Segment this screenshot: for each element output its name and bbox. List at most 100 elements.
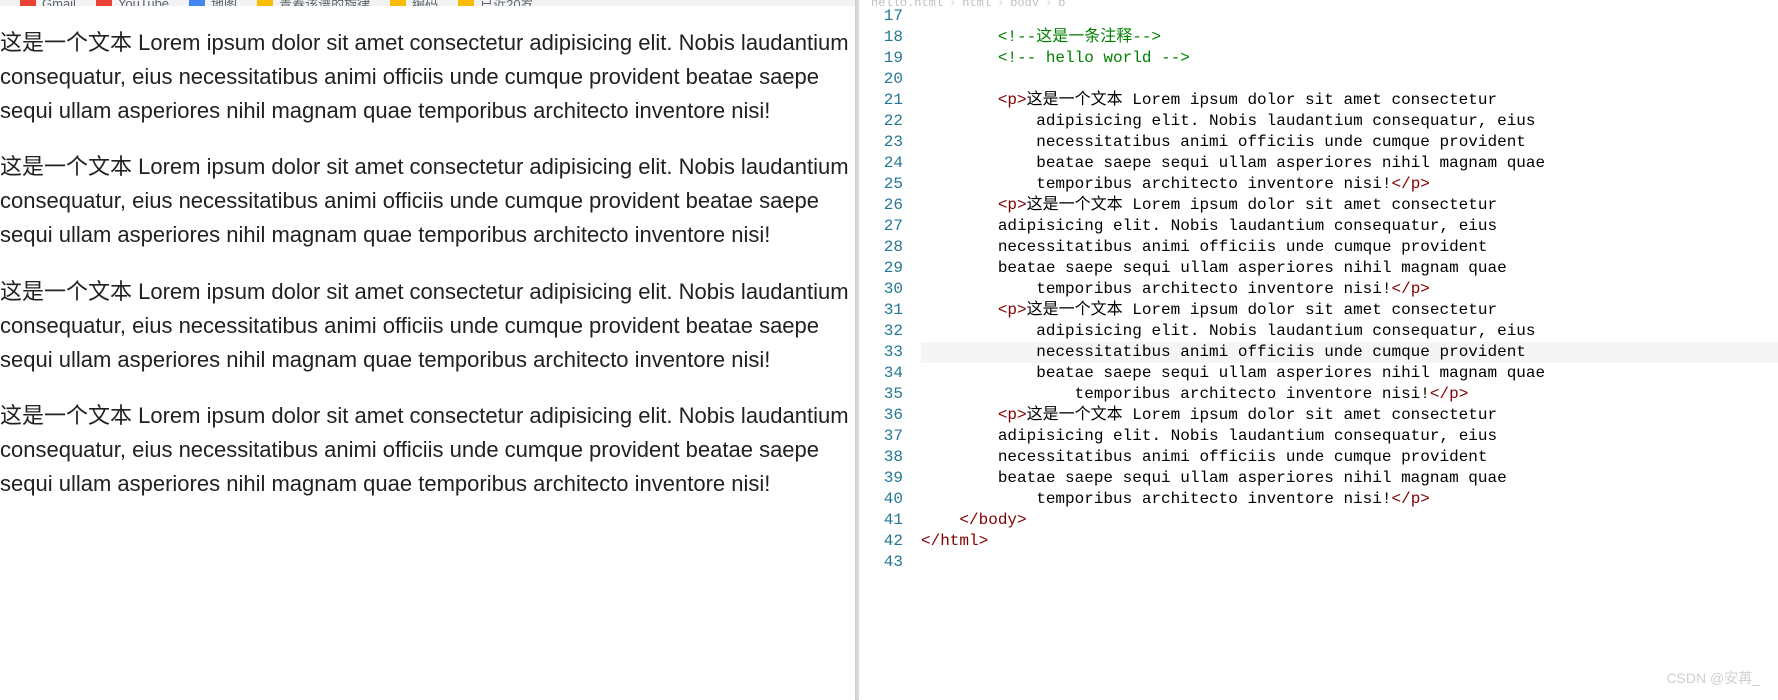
code-line[interactable]: necessitatibus animi officiis unde cumqu…	[921, 342, 1778, 363]
token-tag: </html>	[921, 532, 988, 550]
code-line[interactable]: temporibus architecto inventore nisi!</p…	[921, 174, 1778, 195]
token-text: necessitatibus animi officiis unde cumqu…	[998, 238, 1488, 256]
line-number: 32	[859, 321, 903, 342]
line-number: 43	[859, 552, 903, 573]
token-text: temporibus architecto inventore nisi!	[1036, 490, 1391, 508]
code-line[interactable]: temporibus architecto inventore nisi!</p…	[921, 384, 1778, 405]
code-line[interactable]: adipisicing elit. Nobis laudantium conse…	[921, 426, 1778, 447]
line-number: 29	[859, 258, 903, 279]
code-line[interactable]: beatae saepe sequi ullam asperiores nihi…	[921, 363, 1778, 384]
code-line[interactable]: adipisicing elit. Nobis laudantium conse…	[921, 111, 1778, 132]
token-tag: </p>	[1391, 175, 1429, 193]
code-line[interactable]: necessitatibus animi officiis unde cumqu…	[921, 132, 1778, 153]
token-text: necessitatibus animi officiis unde cumqu…	[1036, 343, 1526, 361]
token-text: temporibus architecto inventore nisi!	[1075, 385, 1430, 403]
line-number: 26	[859, 195, 903, 216]
token-tag: <p>	[998, 406, 1027, 424]
bookmark-label: YouTube	[118, 0, 169, 6]
token-text: beatae saepe sequi ullam asperiores nihi…	[1036, 364, 1545, 382]
code-line[interactable]: adipisicing elit. Nobis laudantium conse…	[921, 216, 1778, 237]
bookmark-label: Gmail	[42, 0, 76, 6]
token-comment: <!-- hello world -->	[998, 49, 1190, 67]
line-number: 20	[859, 69, 903, 90]
code-line[interactable]	[921, 552, 1778, 573]
code-line[interactable]: <p>这是一个文本 Lorem ipsum dolor sit amet con…	[921, 300, 1778, 321]
token-text: 这是一个文本 Lorem ipsum dolor sit amet consec…	[1027, 91, 1497, 109]
code-line[interactable]: beatae saepe sequi ullam asperiores nihi…	[921, 468, 1778, 489]
token-text: beatae saepe sequi ullam asperiores nihi…	[998, 469, 1507, 487]
code-line[interactable]: <p>这是一个文本 Lorem ipsum dolor sit amet con…	[921, 405, 1778, 426]
code-line[interactable]: </html>	[921, 531, 1778, 552]
bookmark-item[interactable]: 已近20岁	[458, 0, 533, 6]
code-line[interactable]: <p>这是一个文本 Lorem ipsum dolor sit amet con…	[921, 195, 1778, 216]
code-line[interactable]	[921, 69, 1778, 90]
code-line[interactable]: necessitatibus animi officiis unde cumqu…	[921, 447, 1778, 468]
token-text: 这是一个文本 Lorem ipsum dolor sit amet consec…	[1027, 301, 1497, 319]
line-number: 38	[859, 447, 903, 468]
line-number: 34	[859, 363, 903, 384]
token-text: necessitatibus animi officiis unde cumqu…	[1036, 133, 1526, 151]
token-text: necessitatibus animi officiis unde cumqu…	[998, 448, 1488, 466]
token-tag: </body>	[959, 511, 1026, 529]
code-line[interactable]: <!--这是一条注释-->	[921, 27, 1778, 48]
token-tag: </p>	[1430, 385, 1468, 403]
bookmark-item[interactable]: 地图	[189, 0, 237, 6]
paragraph: 这是一个文本 Lorem ipsum dolor sit amet consec…	[0, 275, 855, 377]
token-tag: </p>	[1391, 490, 1429, 508]
code-line[interactable]: beatae saepe sequi ullam asperiores nihi…	[921, 153, 1778, 174]
rendered-page: 这是一个文本 Lorem ipsum dolor sit amet consec…	[0, 6, 855, 501]
code-line[interactable]: temporibus architecto inventore nisi!</p…	[921, 489, 1778, 510]
code-line[interactable]: temporibus architecto inventore nisi!</p…	[921, 279, 1778, 300]
bookmark-icon	[96, 0, 112, 6]
token-tag: <p>	[998, 91, 1027, 109]
bookmark-icon	[390, 0, 406, 6]
line-number: 27	[859, 216, 903, 237]
token-comment: <!--这是一条注释-->	[998, 28, 1161, 46]
bookmark-icon	[20, 0, 36, 6]
line-number-gutter: 1718192021222324252627282930313233343536…	[859, 6, 921, 700]
line-number: 17	[859, 6, 903, 27]
paragraph: 这是一个文本 Lorem ipsum dolor sit amet consec…	[0, 150, 855, 252]
code-line[interactable]: necessitatibus animi officiis unde cumqu…	[921, 237, 1778, 258]
token-text: temporibus architecto inventore nisi!	[1036, 175, 1391, 193]
line-number: 21	[859, 90, 903, 111]
line-number: 28	[859, 237, 903, 258]
token-text: adipisicing elit. Nobis laudantium conse…	[1036, 322, 1535, 340]
token-text: 这是一个文本 Lorem ipsum dolor sit amet consec…	[1027, 196, 1497, 214]
code-line[interactable]: <!-- hello world -->	[921, 48, 1778, 69]
paragraph: 这是一个文本 Lorem ipsum dolor sit amet consec…	[0, 399, 855, 501]
token-tag: <p>	[998, 301, 1027, 319]
bookmark-item[interactable]: 编码	[390, 0, 438, 6]
line-number: 22	[859, 111, 903, 132]
bookmark-label: 地图	[211, 0, 237, 6]
code-line[interactable]	[921, 6, 1778, 27]
bookmark-label: 已近20岁	[480, 0, 533, 6]
token-text: adipisicing elit. Nobis laudantium conse…	[1036, 112, 1535, 130]
line-number: 33	[859, 342, 903, 363]
line-number: 18	[859, 27, 903, 48]
line-number: 35	[859, 384, 903, 405]
code-area[interactable]: 1718192021222324252627282930313233343536…	[859, 6, 1778, 700]
code-line[interactable]: <p>这是一个文本 Lorem ipsum dolor sit amet con…	[921, 90, 1778, 111]
bookmark-icon	[189, 0, 205, 6]
line-number: 19	[859, 48, 903, 69]
browser-pane: Gmail YouTube 地图 青春该谱的旋律 编码 已近20岁 这是一个文本 Lore…	[0, 0, 855, 700]
bookmark-item[interactable]: Gmail	[20, 0, 76, 6]
line-number: 30	[859, 279, 903, 300]
code-line[interactable]: adipisicing elit. Nobis laudantium conse…	[921, 321, 1778, 342]
paragraph: 这是一个文本 Lorem ipsum dolor sit amet consec…	[0, 26, 855, 128]
token-text: beatae saepe sequi ullam asperiores nihi…	[998, 259, 1507, 277]
line-number: 23	[859, 132, 903, 153]
bookmark-item[interactable]: 青春该谱的旋律	[257, 0, 370, 6]
code-line[interactable]: beatae saepe sequi ullam asperiores nihi…	[921, 258, 1778, 279]
token-text: temporibus architecto inventore nisi!	[1036, 280, 1391, 298]
code-editor-pane: hello.html›html›body›p 17181920212223242…	[859, 0, 1778, 700]
token-text: adipisicing elit. Nobis laudantium conse…	[998, 217, 1497, 235]
line-number: 40	[859, 489, 903, 510]
bookmark-item[interactable]: YouTube	[96, 0, 169, 6]
code-line[interactable]: </body>	[921, 510, 1778, 531]
code-content[interactable]: <!--这是一条注释--> <!-- hello world --> <p>这是…	[921, 6, 1778, 700]
line-number: 36	[859, 405, 903, 426]
line-number: 25	[859, 174, 903, 195]
line-number: 31	[859, 300, 903, 321]
